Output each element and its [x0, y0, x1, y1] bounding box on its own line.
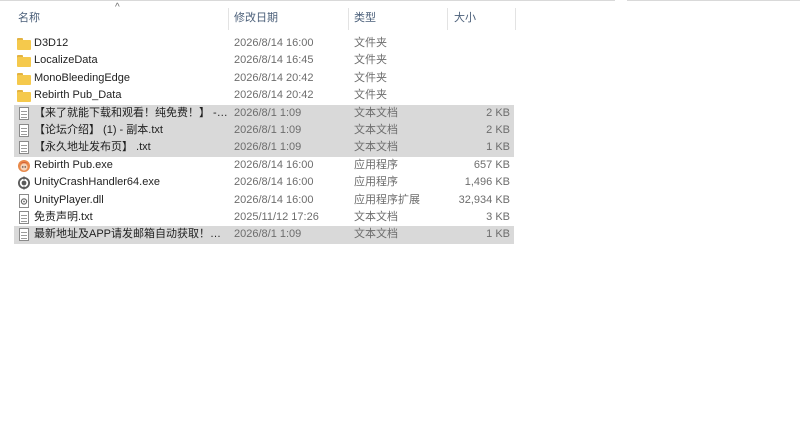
- column-header-date[interactable]: 修改日期: [234, 6, 344, 30]
- file-row[interactable]: LocalizeData 2026/8/14 16:45 文件夹: [14, 52, 514, 69]
- column-header-name[interactable]: 名称: [18, 6, 223, 30]
- folder-icon: [17, 38, 31, 51]
- file-type: 文件夹: [354, 71, 387, 84]
- file-type: 文件夹: [354, 54, 387, 67]
- text-file-icon: [17, 123, 31, 137]
- file-modified-date: 2026/8/1 1:09: [234, 123, 302, 136]
- file-name[interactable]: Rebirth Pub_Data: [34, 87, 229, 104]
- file-row[interactable]: Rebirth Pub.exe 2026/8/14 16:00 应用程序 657 KB: [14, 157, 514, 174]
- app-character-icon: [17, 159, 31, 172]
- file-modified-date: 2026/8/14 16:00: [234, 176, 314, 189]
- file-modified-date: 2026/8/14 16:00: [234, 193, 314, 206]
- file-type: 文件夹: [354, 89, 387, 102]
- file-modified-date: 2026/8/1 1:09: [234, 106, 302, 119]
- file-row[interactable]: 【论坛介绍】 (1) - 副本.txt 2026/8/1 1:09 文本文档 2 KB: [14, 121, 514, 140]
- top-border-right: [627, 0, 800, 1]
- folder-icon: [17, 72, 31, 86]
- file-row[interactable]: 最新地址及APP请发邮箱自动获取！！！... 2026/8/1 1:09 文本文档 1…: [14, 226, 514, 244]
- text-file-icon: [17, 106, 31, 120]
- file-size: 657 KB: [473, 158, 510, 171]
- file-type: 文本文档: [354, 228, 398, 241]
- file-name[interactable]: 【永久地址发布页】 .txt: [34, 139, 229, 156]
- file-name[interactable]: D3D12: [34, 35, 229, 52]
- file-name[interactable]: UnityPlayer.dll: [34, 192, 229, 209]
- file-name[interactable]: 免责声明.txt: [34, 209, 229, 226]
- file-row[interactable]: Rebirth Pub_Data 2026/8/14 20:42 文件夹: [14, 87, 514, 104]
- file-modified-date: 2026/8/14 20:42: [234, 71, 314, 84]
- file-type: 文本文档: [354, 106, 398, 119]
- column-divider[interactable]: [447, 8, 448, 30]
- column-divider[interactable]: [228, 8, 229, 30]
- file-name[interactable]: UnityCrashHandler64.exe: [34, 174, 229, 191]
- file-modified-date: 2026/8/14 16:00: [234, 158, 314, 171]
- file-row[interactable]: 【来了就能下载和观看！纯免费！】 - 副... 2026/8/1 1:09 文本文档…: [14, 104, 514, 122]
- column-divider[interactable]: [515, 8, 516, 30]
- column-divider[interactable]: [348, 8, 349, 30]
- file-type: 文本文档: [354, 210, 398, 223]
- file-modified-date: 2026/8/1 1:09: [234, 141, 302, 154]
- file-row[interactable]: 【永久地址发布页】 .txt 2026/8/1 1:09 文本文档 1 KB: [14, 139, 514, 157]
- file-row[interactable]: 免责声明.txt 2025/11/12 17:26 文本文档 3 KB: [14, 209, 514, 226]
- column-header-size[interactable]: 大小: [454, 6, 514, 30]
- file-name[interactable]: LocalizeData: [34, 52, 229, 69]
- file-name[interactable]: MonoBleedingEdge: [34, 70, 229, 87]
- file-row[interactable]: D3D12 2026/8/14 16:00 文件夹: [14, 35, 514, 52]
- column-header: ^ 名称 修改日期 类型 大小: [0, 3, 520, 30]
- file-type: 应用程序: [354, 158, 398, 171]
- file-name[interactable]: 最新地址及APP请发邮箱自动获取！！！...: [34, 226, 229, 243]
- folder-icon: [17, 55, 31, 68]
- file-type: 文件夹: [354, 37, 387, 49]
- file-size: 1,496 KB: [464, 176, 510, 189]
- file-name[interactable]: Rebirth Pub.exe: [34, 157, 229, 174]
- file-name[interactable]: 【论坛介绍】 (1) - 副本.txt: [34, 122, 229, 139]
- file-modified-date: 2026/8/14 16:45: [234, 54, 314, 67]
- file-size: 2 KB: [486, 123, 510, 136]
- file-size: 1 KB: [486, 141, 510, 154]
- file-name[interactable]: 【来了就能下载和观看！纯免费！】 - 副...: [34, 105, 229, 122]
- text-file-icon: [17, 210, 31, 224]
- file-size: 2 KB: [486, 106, 510, 119]
- file-size: 3 KB: [486, 210, 510, 223]
- file-type: 应用程序扩展: [354, 193, 420, 206]
- file-row[interactable]: MonoBleedingEdge 2026/8/14 20:42 文件夹: [14, 70, 514, 87]
- file-modified-date: 2026/8/1 1:09: [234, 228, 302, 241]
- window-top-border: [0, 0, 800, 2]
- folder-icon: [17, 90, 31, 103]
- text-file-icon: [17, 228, 31, 242]
- file-modified-date: 2025/11/12 17:26: [234, 210, 319, 223]
- file-row[interactable]: UnityCrashHandler64.exe 2026/8/14 16:00 应用…: [14, 174, 514, 191]
- file-modified-date: 2026/8/14 16:00: [234, 37, 314, 49]
- file-type: 文本文档: [354, 123, 398, 136]
- file-size: 1 KB: [486, 228, 510, 241]
- top-border-left: [0, 0, 615, 1]
- file-size: 32,934 KB: [458, 193, 510, 206]
- unity-gear-icon: [17, 176, 31, 190]
- dll-file-icon: [17, 193, 31, 208]
- file-type: 文本文档: [354, 141, 398, 154]
- file-list: D3D12 2026/8/14 16:00 文件夹 LocalizeData 2026/…: [14, 35, 514, 244]
- file-modified-date: 2026/8/14 20:42: [234, 89, 314, 102]
- file-type: 应用程序: [354, 176, 398, 189]
- file-row[interactable]: UnityPlayer.dll 2026/8/14 16:00 应用程序扩展 32,9…: [14, 192, 514, 209]
- text-file-icon: [17, 141, 31, 155]
- column-header-type[interactable]: 类型: [354, 6, 444, 30]
